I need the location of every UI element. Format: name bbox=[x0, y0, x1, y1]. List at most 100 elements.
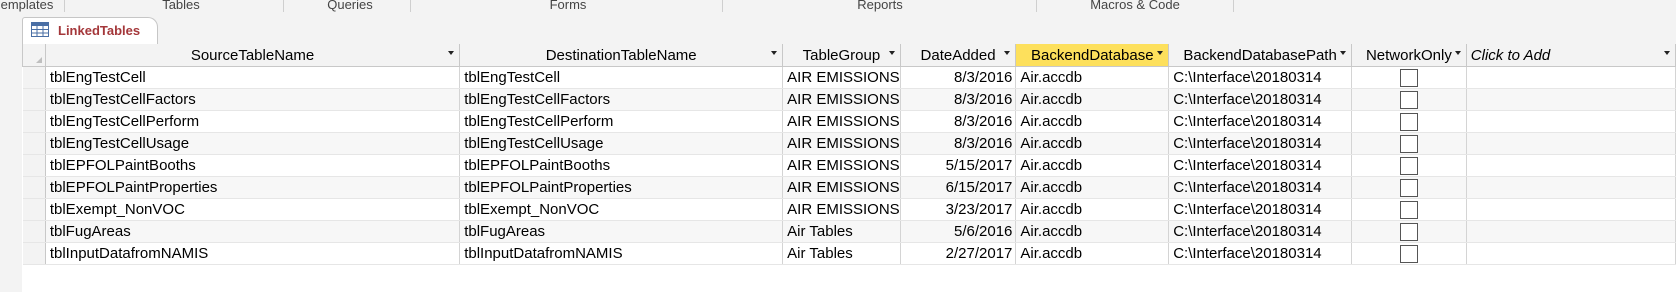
cell-backenddatabasepath[interactable]: C:\Interface\20180314 bbox=[1168, 66, 1352, 89]
table-row[interactable]: tblInputDatafromNAMIS tblInputDatafromNAM… bbox=[22, 242, 1676, 265]
row-selector[interactable] bbox=[22, 88, 46, 111]
table-row[interactable]: tblEngTestCell tblEngTestCell AIR EMISSION… bbox=[22, 66, 1676, 89]
cell-dateadded[interactable]: 8/3/2016 bbox=[900, 66, 1017, 89]
cell-click-to-add[interactable] bbox=[1466, 198, 1676, 221]
cell-sourcetablename[interactable]: tblEPFOLPaintBooths bbox=[45, 154, 461, 177]
column-header-tablegroup[interactable]: TableGroup bbox=[782, 44, 901, 67]
cell-backenddatabasepath[interactable]: C:\Interface\20180314 bbox=[1168, 110, 1352, 133]
column-header-sourcetablename[interactable]: SourceTableName bbox=[44, 44, 461, 67]
cell-tablegroup[interactable]: AIR EMISSIONS bbox=[782, 66, 901, 89]
cell-destinationtablename[interactable]: tblEngTestCellFactors bbox=[459, 88, 784, 111]
cell-dateadded[interactable]: 5/15/2017 bbox=[900, 154, 1017, 177]
networkonly-checkbox[interactable] bbox=[1399, 68, 1418, 87]
cell-click-to-add[interactable] bbox=[1466, 88, 1676, 111]
networkonly-checkbox[interactable] bbox=[1399, 134, 1418, 153]
cell-click-to-add[interactable] bbox=[1466, 132, 1676, 155]
cell-tablegroup[interactable]: AIR EMISSIONS bbox=[782, 132, 901, 155]
cell-click-to-add[interactable] bbox=[1466, 154, 1676, 177]
networkonly-checkbox[interactable] bbox=[1399, 90, 1418, 109]
cell-backenddatabasepath[interactable]: C:\Interface\20180314 bbox=[1168, 198, 1352, 221]
table-row[interactable]: tblEPFOLPaintProperties tblEPFOLPaintProp… bbox=[22, 176, 1676, 199]
cell-tablegroup[interactable]: AIR EMISSIONS bbox=[782, 176, 901, 199]
column-header-destinationtablename[interactable]: DestinationTableName bbox=[459, 44, 784, 67]
table-row[interactable]: tblEngTestCellFactors tblEngTestCellFacto… bbox=[22, 88, 1676, 111]
cell-destinationtablename[interactable]: tblInputDatafromNAMIS bbox=[459, 242, 784, 265]
chevron-down-icon[interactable] bbox=[888, 51, 895, 55]
cell-backenddatabase[interactable]: Air.accdb bbox=[1015, 198, 1170, 221]
chevron-down-icon[interactable] bbox=[1157, 51, 1164, 55]
row-selector[interactable] bbox=[22, 154, 46, 177]
chevron-down-icon[interactable] bbox=[1004, 51, 1011, 55]
cell-sourcetablename[interactable]: tblInputDatafromNAMIS bbox=[45, 242, 461, 265]
cell-tablegroup[interactable]: AIR EMISSIONS bbox=[782, 88, 901, 111]
cell-backenddatabase[interactable]: Air.accdb bbox=[1015, 154, 1170, 177]
cell-sourcetablename[interactable]: tblEPFOLPaintProperties bbox=[45, 176, 461, 199]
cell-backenddatabase[interactable]: Air.accdb bbox=[1015, 176, 1170, 199]
table-row[interactable]: tblFugAreas tblFugAreas Air Tables 5/6/2016… bbox=[22, 220, 1676, 243]
networkonly-checkbox[interactable] bbox=[1399, 112, 1418, 131]
row-selector[interactable] bbox=[22, 66, 46, 89]
column-header-backenddatabasepath[interactable]: BackendDatabasePath bbox=[1168, 44, 1352, 67]
networkonly-checkbox[interactable] bbox=[1399, 178, 1418, 197]
row-selector[interactable] bbox=[22, 110, 46, 133]
cell-backenddatabasepath[interactable]: C:\Interface\20180314 bbox=[1168, 154, 1352, 177]
cell-backenddatabase[interactable]: Air.accdb bbox=[1015, 66, 1170, 89]
cell-sourcetablename[interactable]: tblEngTestCellFactors bbox=[45, 88, 461, 111]
cell-backenddatabasepath[interactable]: C:\Interface\20180314 bbox=[1168, 132, 1352, 155]
cell-tablegroup[interactable]: Air Tables bbox=[782, 242, 901, 265]
networkonly-checkbox[interactable] bbox=[1399, 222, 1418, 241]
column-header-dateadded[interactable]: DateAdded bbox=[899, 44, 1017, 67]
tab-linkedtables[interactable]: LinkedTables bbox=[22, 17, 158, 45]
table-row[interactable]: tblExempt_NonVOC tblExempt_NonVOC AIR EMIS… bbox=[22, 198, 1676, 221]
table-row[interactable]: tblEngTestCellUsage tblEngTestCellUsage AI… bbox=[22, 132, 1676, 155]
cell-backenddatabase[interactable]: Air.accdb bbox=[1015, 110, 1170, 133]
cell-tablegroup[interactable]: AIR EMISSIONS bbox=[782, 154, 901, 177]
chevron-down-icon[interactable] bbox=[1664, 51, 1670, 55]
cell-destinationtablename[interactable]: tblEngTestCell bbox=[459, 66, 784, 89]
cell-backenddatabase[interactable]: Air.accdb bbox=[1015, 132, 1170, 155]
select-all-corner[interactable] bbox=[22, 44, 46, 67]
cell-tablegroup[interactable]: AIR EMISSIONS bbox=[782, 198, 901, 221]
cell-dateadded[interactable]: 5/6/2016 bbox=[900, 220, 1017, 243]
chevron-down-icon[interactable] bbox=[1454, 51, 1461, 55]
cell-dateadded[interactable]: 2/27/2017 bbox=[900, 242, 1017, 265]
cell-dateadded[interactable]: 6/15/2017 bbox=[900, 176, 1017, 199]
cell-click-to-add[interactable] bbox=[1466, 176, 1676, 199]
cell-destinationtablename[interactable]: tblEPFOLPaintBooths bbox=[459, 154, 784, 177]
cell-backenddatabasepath[interactable]: C:\Interface\20180314 bbox=[1168, 242, 1352, 265]
row-selector[interactable] bbox=[22, 198, 46, 221]
networkonly-checkbox[interactable] bbox=[1399, 156, 1418, 175]
table-row[interactable]: tblEngTestCellPerform tblEngTestCellPerfo… bbox=[22, 110, 1676, 133]
chevron-down-icon[interactable] bbox=[1340, 51, 1346, 55]
click-to-add-column[interactable]: Click to Add bbox=[1465, 44, 1676, 67]
cell-click-to-add[interactable] bbox=[1466, 66, 1676, 89]
cell-sourcetablename[interactable]: tblEngTestCell bbox=[45, 66, 461, 89]
cell-backenddatabase[interactable]: Air.accdb bbox=[1015, 88, 1170, 111]
row-selector[interactable] bbox=[22, 132, 46, 155]
chevron-down-icon[interactable] bbox=[448, 51, 455, 55]
row-selector[interactable] bbox=[22, 176, 46, 199]
cell-sourcetablename[interactable]: tblEngTestCellPerform bbox=[45, 110, 461, 133]
cell-destinationtablename[interactable]: tblEngTestCellPerform bbox=[459, 110, 784, 133]
cell-destinationtablename[interactable]: tblEPFOLPaintProperties bbox=[459, 176, 784, 199]
cell-backenddatabasepath[interactable]: C:\Interface\20180314 bbox=[1168, 88, 1352, 111]
cell-dateadded[interactable]: 8/3/2016 bbox=[900, 132, 1017, 155]
column-header-networkonly[interactable]: NetworkOnly bbox=[1351, 44, 1467, 67]
cell-destinationtablename[interactable]: tblEngTestCellUsage bbox=[459, 132, 784, 155]
cell-backenddatabase[interactable]: Air.accdb bbox=[1015, 220, 1170, 243]
networkonly-checkbox[interactable] bbox=[1399, 200, 1418, 219]
cell-dateadded[interactable]: 3/23/2017 bbox=[900, 198, 1017, 221]
cell-tablegroup[interactable]: AIR EMISSIONS bbox=[782, 110, 901, 133]
cell-dateadded[interactable]: 8/3/2016 bbox=[900, 88, 1017, 111]
cell-backenddatabasepath[interactable]: C:\Interface\20180314 bbox=[1168, 220, 1352, 243]
column-header-backenddatabase[interactable]: BackendDatabase bbox=[1015, 44, 1170, 67]
cell-backenddatabase[interactable]: Air.accdb bbox=[1015, 242, 1170, 265]
cell-click-to-add[interactable] bbox=[1466, 242, 1676, 265]
chevron-down-icon[interactable] bbox=[771, 51, 778, 55]
row-selector[interactable] bbox=[22, 220, 46, 243]
cell-tablegroup[interactable]: Air Tables bbox=[782, 220, 901, 243]
table-row[interactable]: tblEPFOLPaintBooths tblEPFOLPaintBooths AI… bbox=[22, 154, 1676, 177]
cell-click-to-add[interactable] bbox=[1466, 220, 1676, 243]
cell-dateadded[interactable]: 8/3/2016 bbox=[900, 110, 1017, 133]
row-selector[interactable] bbox=[22, 242, 46, 265]
